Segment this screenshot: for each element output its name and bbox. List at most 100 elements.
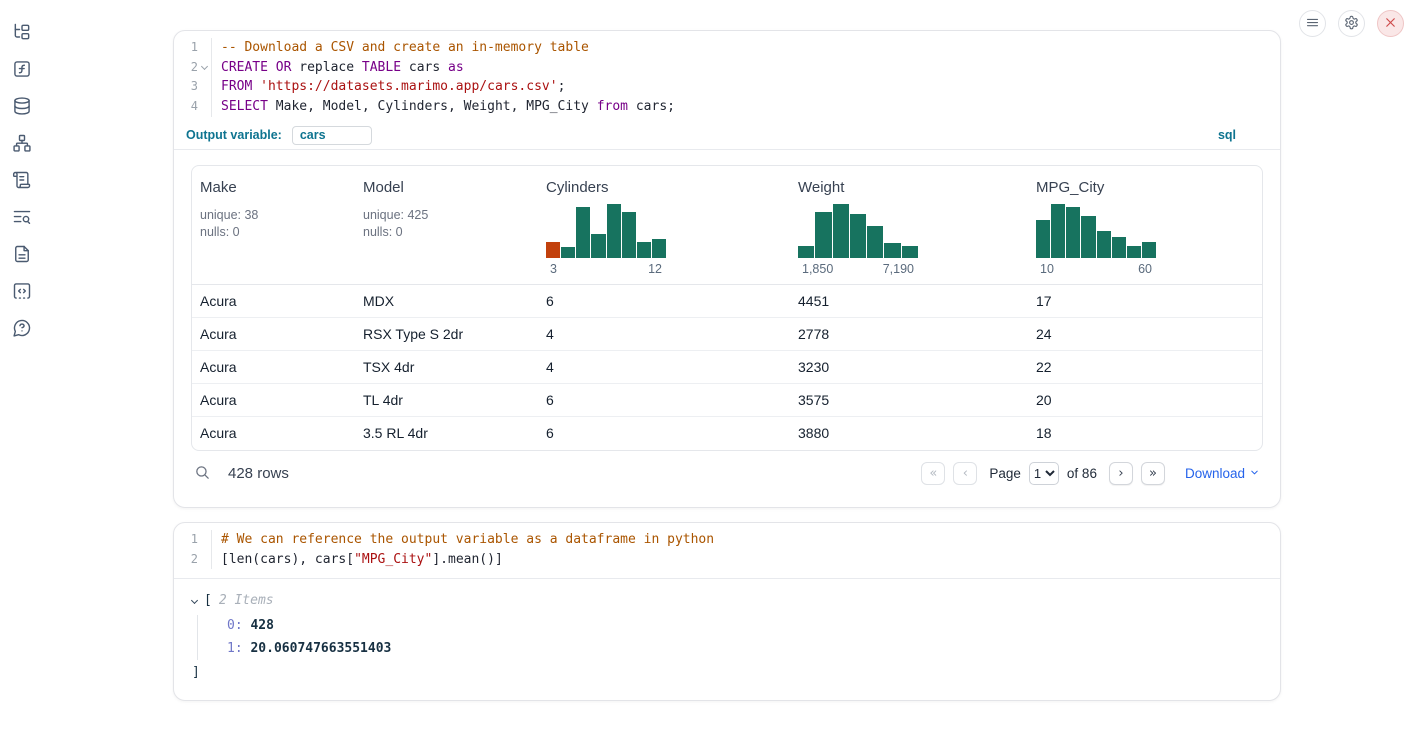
histogram-axis-labels: 1060 xyxy=(1036,262,1156,276)
column-header: Modelunique: 425nulls: 0 xyxy=(355,166,538,284)
code-line[interactable]: 4SELECT Make, Model, Cylinders, Weight, … xyxy=(174,97,1280,117)
table-cell: Acura xyxy=(192,425,355,441)
table-cell: 6 xyxy=(538,392,790,408)
sidebar-item-scratchpad[interactable] xyxy=(11,170,33,192)
file-tree-icon xyxy=(12,22,32,45)
close-icon xyxy=(1383,15,1398,33)
sidebar-item-logs[interactable] xyxy=(11,207,33,229)
histogram-bar xyxy=(850,214,866,258)
help-bubble-icon xyxy=(12,318,32,341)
histogram-bar xyxy=(637,242,651,258)
histogram-bar xyxy=(1127,246,1141,258)
table-cell: Acura xyxy=(192,359,355,375)
table-cell: MDX xyxy=(355,293,538,309)
menu-button[interactable] xyxy=(1299,10,1326,37)
tree-entry-value: 428 xyxy=(243,618,274,633)
code-text: FROM 'https://datasets.marimo.app/cars.c… xyxy=(211,77,565,97)
settings-button[interactable] xyxy=(1338,10,1365,37)
code-text: # We can reference the output variable a… xyxy=(211,530,714,550)
tree-root-row[interactable]: [ 2 Items xyxy=(192,593,1280,608)
code-text: SELECT Make, Model, Cylinders, Weight, M… xyxy=(211,97,675,117)
table-cell: 3575 xyxy=(790,392,1028,408)
column-header: Cylinders 312 xyxy=(538,166,790,284)
column-stats: unique: 38nulls: 0 xyxy=(200,207,347,241)
code-line[interactable]: 2[len(cars), cars["MPG_City"].mean()] xyxy=(174,550,1280,570)
first-page-button[interactable]: « xyxy=(921,462,945,485)
shutdown-button[interactable] xyxy=(1377,10,1404,37)
column-stats: unique: 425nulls: 0 xyxy=(363,207,530,241)
table-cell: 4451 xyxy=(790,293,1028,309)
python-cell: 1 # We can reference the output variable … xyxy=(173,522,1281,701)
page-total: of 86 xyxy=(1067,466,1097,481)
fold-gutter xyxy=(198,97,211,117)
table-row[interactable]: AcuraTL 4dr6357520 xyxy=(192,384,1262,417)
sidebar-item-snippets[interactable] xyxy=(11,281,33,303)
column-title: MPG_City xyxy=(1036,179,1254,196)
table-row[interactable]: AcuraTSX 4dr4323022 xyxy=(192,351,1262,384)
sql-code-editor[interactable]: 1 -- Download a CSV and create an in-memo… xyxy=(174,31,1280,122)
table-cell: 3230 xyxy=(790,359,1028,375)
table-row[interactable]: AcuraRSX Type S 2dr4277824 xyxy=(192,318,1262,351)
histogram-bar xyxy=(1097,231,1111,258)
table-cell: 3880 xyxy=(790,425,1028,441)
last-page-button[interactable]: » xyxy=(1141,462,1165,485)
table-cell: 22 xyxy=(1028,359,1262,375)
histogram-bar xyxy=(576,207,590,258)
gear-icon xyxy=(1344,15,1359,33)
sidebar-item-help[interactable] xyxy=(11,318,33,340)
table-cell: 4 xyxy=(538,359,790,375)
python-code-editor[interactable]: 1 # We can reference the output variable … xyxy=(174,523,1280,574)
sidebar-item-variables[interactable] xyxy=(11,59,33,81)
chevron-down-icon[interactable] xyxy=(191,597,198,604)
tree-entries: 0: 428 1: 20.060747663551403 xyxy=(197,615,1280,660)
column-title: Cylinders xyxy=(546,179,782,196)
page-select[interactable]: 1 xyxy=(1029,462,1059,485)
sidebar-item-dependency-graph[interactable] xyxy=(11,133,33,155)
tree-entry-key: 0: xyxy=(227,618,243,633)
output-variable-row: Output variable: sql xyxy=(174,122,1280,150)
column-histogram[interactable]: 1060 xyxy=(1036,203,1156,276)
next-page-button[interactable]: › xyxy=(1109,462,1133,485)
prev-page-button[interactable]: ‹ xyxy=(953,462,977,485)
line-number: 1 xyxy=(174,530,198,550)
table-row[interactable]: AcuraMDX6445117 xyxy=(192,285,1262,318)
scroll-icon xyxy=(12,170,32,193)
code-line[interactable]: 1 # We can reference the output variable … xyxy=(174,530,1280,550)
table-cell: Acura xyxy=(192,326,355,342)
data-table: Makeunique: 38nulls: 0Modelunique: 425nu… xyxy=(191,165,1263,451)
table-cell: 18 xyxy=(1028,425,1262,441)
download-button[interactable]: Download xyxy=(1185,466,1260,481)
table-body: AcuraMDX6445117AcuraRSX Type S 2dr427782… xyxy=(192,285,1262,450)
table-header-row: Makeunique: 38nulls: 0Modelunique: 425nu… xyxy=(192,166,1262,285)
close-bracket: ] xyxy=(192,665,1280,680)
column-histogram[interactable]: 1,8507,190 xyxy=(798,203,918,276)
code-text: -- Download a CSV and create an in-memor… xyxy=(211,38,589,58)
search-icon xyxy=(194,464,211,484)
code-line[interactable]: 2CREATE OR replace TABLE cars as xyxy=(174,58,1280,78)
histogram-axis-labels: 1,8507,190 xyxy=(798,262,918,276)
python-output-tree: [ 2 Items 0: 428 1: 20.060747663551403 ] xyxy=(174,579,1280,700)
fold-chevron-icon[interactable] xyxy=(198,58,211,78)
column-histogram[interactable]: 312 xyxy=(546,203,666,276)
output-variable-label: Output variable: xyxy=(186,128,282,142)
code-line[interactable]: 1 -- Download a CSV and create an in-memo… xyxy=(174,38,1280,58)
sidebar-item-file-explorer[interactable] xyxy=(11,22,33,44)
line-number: 2 xyxy=(174,58,198,78)
search-button[interactable] xyxy=(194,464,211,484)
table-cell: 6 xyxy=(538,425,790,441)
table-row[interactable]: Acura3.5 RL 4dr6388018 xyxy=(192,417,1262,450)
sidebar-item-datasources[interactable] xyxy=(11,96,33,118)
table-cell: 17 xyxy=(1028,293,1262,309)
table-cell: 2778 xyxy=(790,326,1028,342)
dependency-graph-icon xyxy=(12,133,32,156)
tree-entry: 1: 20.060747663551403 xyxy=(227,638,1280,661)
line-number: 1 xyxy=(174,38,198,58)
hamburger-icon xyxy=(1305,15,1320,33)
code-line[interactable]: 3FROM 'https://datasets.marimo.app/cars.… xyxy=(174,77,1280,97)
histogram-bar xyxy=(867,226,883,258)
fold-gutter xyxy=(198,530,211,550)
output-variable-input[interactable] xyxy=(292,126,372,145)
histogram-bars xyxy=(546,203,666,258)
sidebar-item-documentation[interactable] xyxy=(11,244,33,266)
table-cell: RSX Type S 2dr xyxy=(355,326,538,342)
